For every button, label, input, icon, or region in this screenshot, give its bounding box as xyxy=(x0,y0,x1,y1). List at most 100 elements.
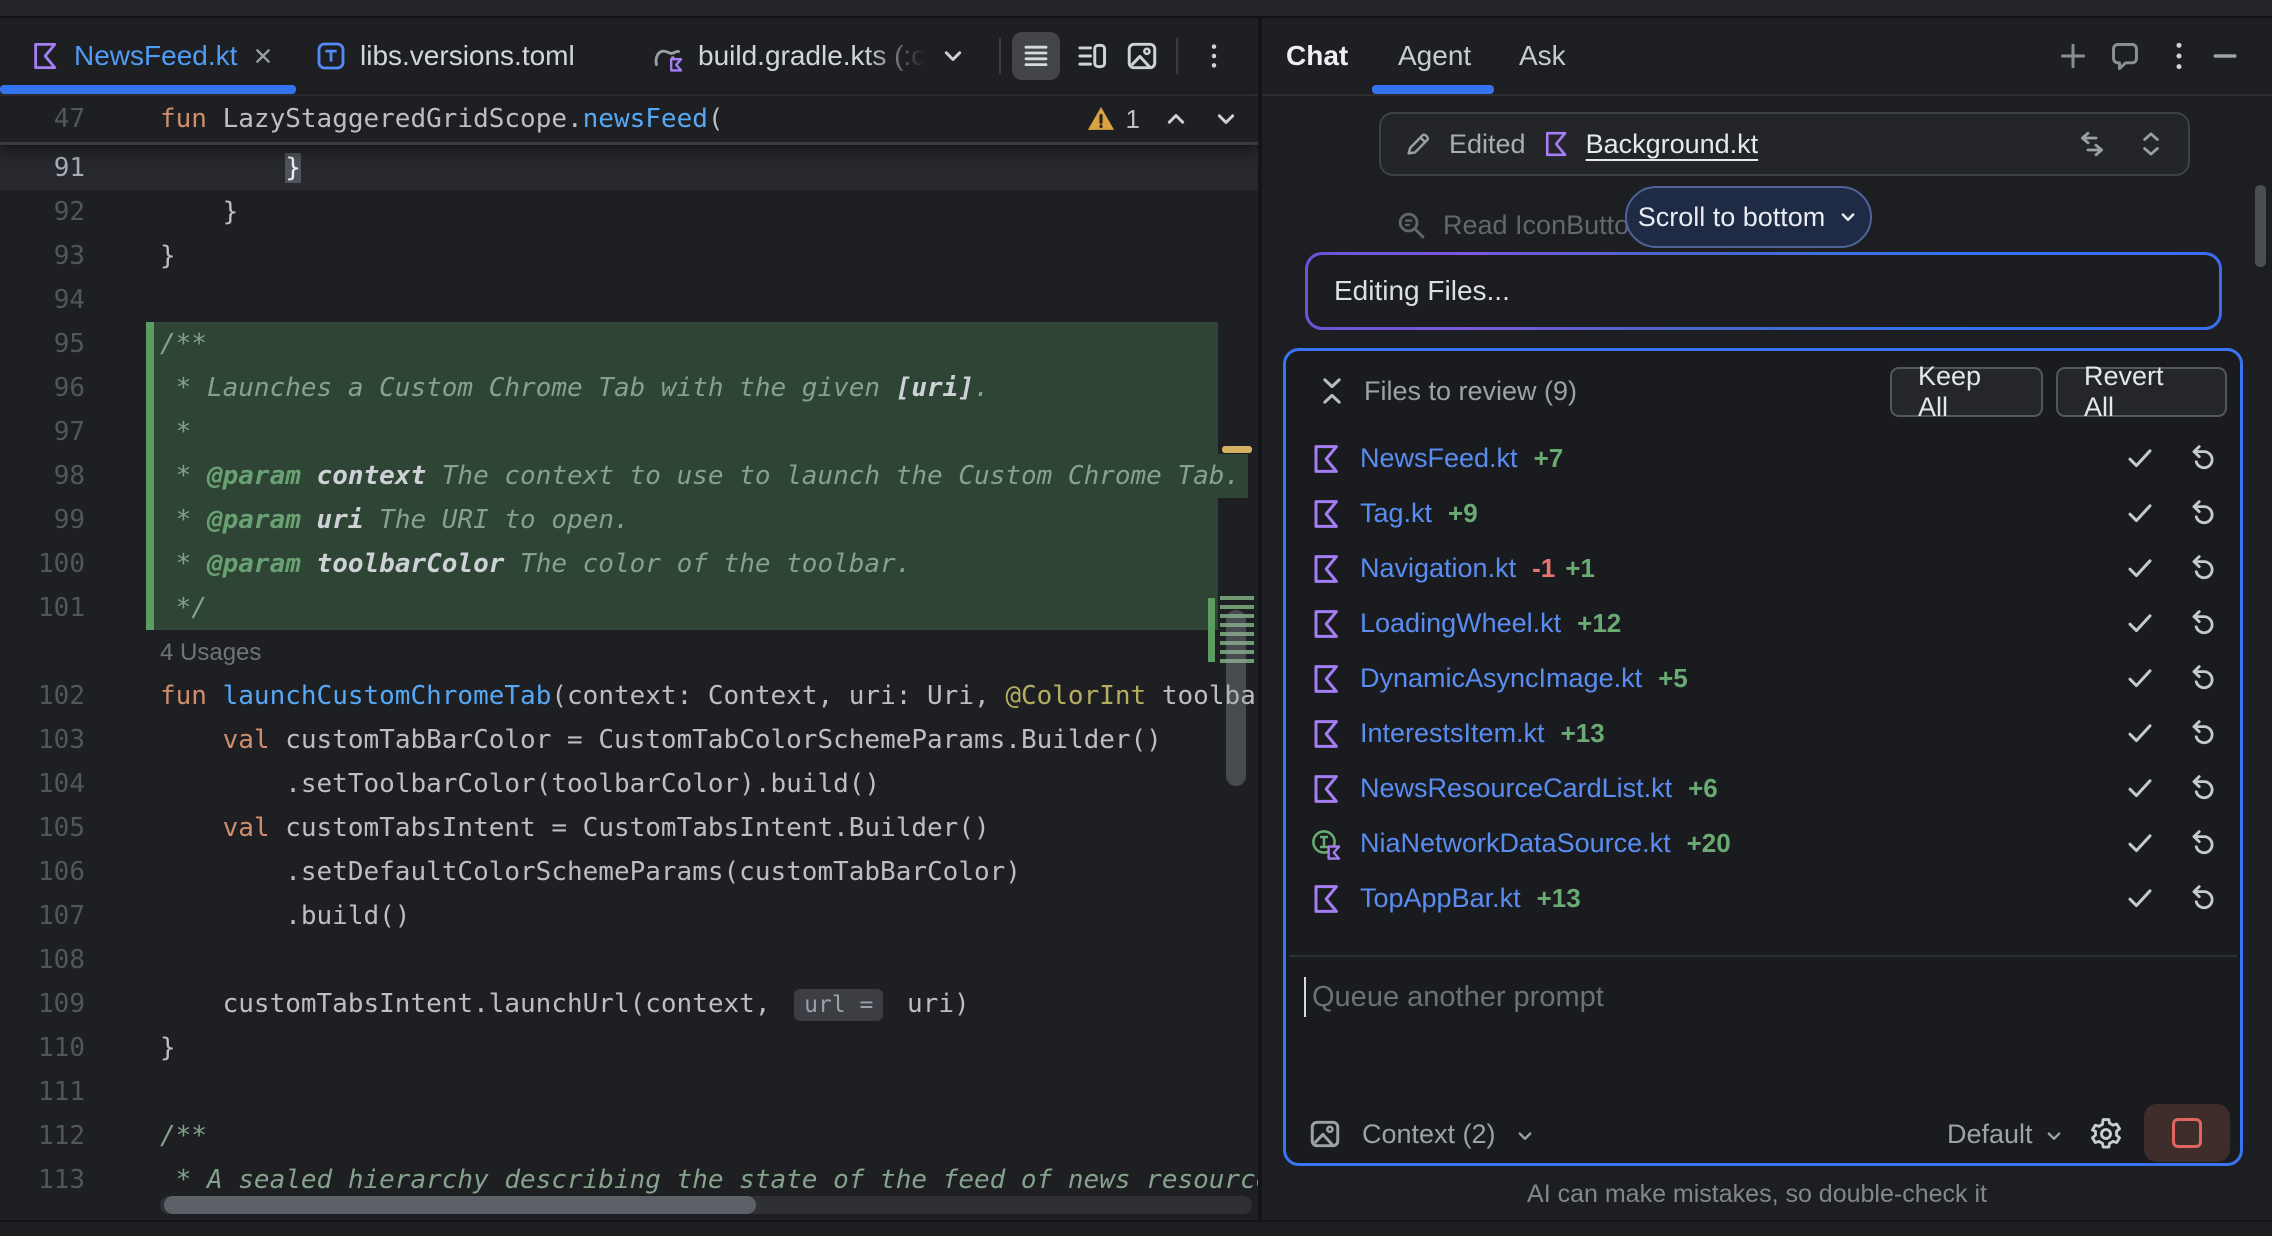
edited-file-link[interactable]: Background.kt xyxy=(1586,129,1759,160)
code-line[interactable]: 102 fun launchCustomChromeTab(context: Co… xyxy=(0,674,1258,718)
code-text[interactable]: val customTabBarColor = CustomTabColorSc… xyxy=(160,718,1162,762)
file-row[interactable]: NiaNetworkDataSource.kt+20 xyxy=(1286,816,2240,871)
keep-file-button[interactable] xyxy=(2124,827,2156,859)
code-text[interactable]: * xyxy=(160,410,191,454)
line-number[interactable]: 109 xyxy=(0,982,85,1026)
code-text[interactable]: 4 Usages xyxy=(160,630,261,674)
code-line[interactable]: 94 xyxy=(0,278,1258,322)
file-link[interactable]: LoadingWheel.kt xyxy=(1360,608,1561,639)
code-line[interactable]: 100 * @param toolbarColor The color of t… xyxy=(0,542,1258,586)
revert-file-button[interactable] xyxy=(2188,608,2218,638)
edited-file-card[interactable]: Edited Background.kt xyxy=(1379,112,2190,176)
file-row[interactable]: Navigation.kt-1+1 xyxy=(1286,541,2240,596)
file-row[interactable]: NewsResourceCardList.kt+6 xyxy=(1286,761,2240,816)
code-text[interactable]: } xyxy=(160,190,238,234)
line-number[interactable]: 108 xyxy=(0,938,85,982)
warning-stripe-mark[interactable] xyxy=(1222,446,1252,453)
file-link[interactable]: Tag.kt xyxy=(1360,498,1432,529)
code-line[interactable]: 98 * @param context The context to use t… xyxy=(0,454,1258,498)
chevron-down-icon[interactable] xyxy=(2043,1125,2065,1147)
file-row[interactable]: DynamicAsyncImage.kt+5 xyxy=(1286,651,2240,706)
revert-file-button[interactable] xyxy=(2188,828,2218,858)
file-link[interactable]: DynamicAsyncImage.kt xyxy=(1360,663,1642,694)
keep-file-button[interactable] xyxy=(2124,497,2156,529)
line-number[interactable]: 101 xyxy=(0,586,85,630)
gear-icon[interactable] xyxy=(2087,1115,2125,1153)
code-line[interactable]: 92 } xyxy=(0,190,1258,234)
code-line[interactable]: 111 xyxy=(0,1070,1258,1114)
code-line[interactable]: 106 .setDefaultColorSchemeParams(customT… xyxy=(0,850,1258,894)
keep-file-button[interactable] xyxy=(2124,552,2156,584)
attach-image-icon[interactable] xyxy=(1308,1117,1342,1151)
code-text[interactable]: .setToolbarColor(toolbarColor).build() xyxy=(160,762,880,806)
hide-panel-icon[interactable] xyxy=(2208,39,2242,73)
line-number[interactable]: 100 xyxy=(0,542,85,586)
code-text[interactable]: .setDefaultColorSchemeParams(customTabBa… xyxy=(160,850,1021,894)
code-text[interactable]: /** xyxy=(160,1114,207,1158)
line-number[interactable]: 111 xyxy=(0,1070,85,1114)
model-selector[interactable]: Default xyxy=(1947,1119,2033,1150)
expand-card-icon[interactable] xyxy=(2136,129,2166,159)
line-number[interactable]: 105 xyxy=(0,806,85,850)
chat-options-icon[interactable] xyxy=(2162,39,2196,73)
code-line[interactable]: 103 val customTabBarColor = CustomTabCol… xyxy=(0,718,1258,762)
keep-all-button[interactable]: Keep All xyxy=(1890,367,2043,417)
code-line[interactable]: 109 customTabsIntent.launchUrl(context, … xyxy=(0,982,1258,1026)
revert-file-button[interactable] xyxy=(2188,443,2218,473)
file-link[interactable]: Navigation.kt xyxy=(1360,553,1516,584)
file-row[interactable]: InterestsItem.kt+13 xyxy=(1286,706,2240,761)
line-number[interactable]: 93 xyxy=(0,234,85,278)
code-line[interactable]: 110} xyxy=(0,1026,1258,1070)
keep-file-button[interactable] xyxy=(2124,772,2156,804)
previous-problem-icon[interactable] xyxy=(1162,105,1190,133)
keep-file-button[interactable] xyxy=(2124,442,2156,474)
revert-file-button[interactable] xyxy=(2188,718,2218,748)
line-number[interactable]: 91 xyxy=(0,146,85,190)
code-line[interactable]: 99 * @param uri The URI to open. xyxy=(0,498,1258,542)
file-link[interactable]: NiaNetworkDataSource.kt xyxy=(1360,828,1671,859)
tab-libs-versions-toml[interactable]: libs.versions.toml xyxy=(316,18,575,94)
keep-file-button[interactable] xyxy=(2124,607,2156,639)
sticky-header-line[interactable]: 47 fun LazyStaggeredGridScope.newsFeed( … xyxy=(0,96,1258,145)
file-link[interactable]: NewsFeed.kt xyxy=(1360,443,1518,474)
chat-history-icon[interactable] xyxy=(2108,39,2142,73)
keep-file-button[interactable] xyxy=(2124,882,2156,914)
revert-file-button[interactable] xyxy=(2188,883,2218,913)
show-diff-icon[interactable] xyxy=(2076,128,2108,160)
code-line[interactable]: 97 * xyxy=(0,410,1258,454)
collapse-icon[interactable] xyxy=(1316,375,1348,407)
line-number[interactable]: 94 xyxy=(0,278,85,322)
list-view-button[interactable] xyxy=(1012,32,1060,80)
line-number[interactable]: 95 xyxy=(0,322,85,366)
line-number[interactable]: 102 xyxy=(0,674,85,718)
new-chat-icon[interactable] xyxy=(2056,39,2090,73)
code-text[interactable]: fun launchCustomChromeTab(context: Conte… xyxy=(160,674,1258,718)
line-number[interactable]: 98 xyxy=(0,454,85,498)
chevron-down-icon[interactable] xyxy=(1514,1125,1536,1147)
editor-vertical-scrollbar[interactable] xyxy=(1226,610,1246,786)
code-line[interactable]: 101 */ xyxy=(0,586,1258,630)
split-preview-button[interactable] xyxy=(1068,32,1116,80)
keep-file-button[interactable] xyxy=(2124,717,2156,749)
image-preview-button[interactable] xyxy=(1118,32,1166,80)
line-number[interactable]: 106 xyxy=(0,850,85,894)
revert-file-button[interactable] xyxy=(2188,663,2218,693)
line-number[interactable]: 113 xyxy=(0,1158,85,1202)
line-number[interactable]: 112 xyxy=(0,1114,85,1158)
close-tab-icon[interactable] xyxy=(251,44,275,68)
code-line[interactable]: 4 Usages xyxy=(0,630,1258,674)
code-text[interactable]: customTabsIntent.launchUrl(context, url … xyxy=(160,982,970,1026)
tab-dropdown-chevron-icon[interactable] xyxy=(939,42,967,70)
tab-agent[interactable]: Agent xyxy=(1398,18,1471,94)
context-selector[interactable]: Context (2) xyxy=(1362,1119,1496,1150)
editor-horizontal-scrollbar-thumb[interactable] xyxy=(164,1196,756,1214)
revert-file-button[interactable] xyxy=(2188,553,2218,583)
code-line[interactable]: 91 } xyxy=(0,146,1258,190)
line-number[interactable]: 110 xyxy=(0,1026,85,1070)
line-number[interactable]: 92 xyxy=(0,190,85,234)
code-text[interactable]: val customTabsIntent = CustomTabsIntent.… xyxy=(160,806,990,850)
file-link[interactable]: InterestsItem.kt xyxy=(1360,718,1545,749)
revert-file-button[interactable] xyxy=(2188,773,2218,803)
line-number[interactable]: 103 xyxy=(0,718,85,762)
code-line[interactable]: 112 /** xyxy=(0,1114,1258,1158)
